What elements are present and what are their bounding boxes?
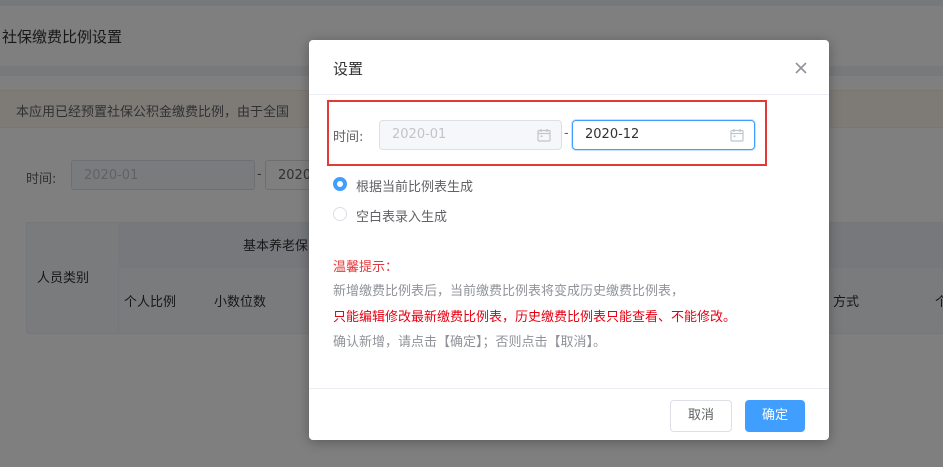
calendar-icon	[730, 128, 744, 142]
radio-generate-from-current[interactable]: 根据当前比例表生成	[333, 176, 533, 195]
dialog-header-divider	[309, 94, 829, 95]
tips-title: 温馨提示：	[333, 260, 399, 275]
tips-line-3: 确认新增，请点击【确定】；否则点击【取消】。	[333, 335, 607, 350]
radio-checked-icon	[333, 177, 347, 191]
start-date-input[interactable]: 2020-01	[379, 120, 562, 150]
close-icon[interactable]	[791, 58, 811, 78]
radio-label: 空白表录入生成	[356, 210, 448, 225]
radio-label: 根据当前比例表生成	[356, 180, 474, 195]
time-label: 时间:	[333, 130, 364, 145]
radio-blank-table[interactable]: 空白表录入生成	[333, 206, 533, 225]
range-separator: -	[564, 126, 569, 141]
tips-line-2-warning: 只能编辑修改最新缴费比例表，历史缴费比例表只能查看、不能修改。	[333, 310, 737, 325]
end-date-input[interactable]: 2020-12	[572, 120, 755, 150]
tips-line-1: 新增缴费比例表后，当前缴费比例表将变成历史缴费比例表，	[333, 284, 685, 299]
dialog-title: 设置	[333, 60, 364, 78]
settings-dialog: 设置 时间: 2020-01 - 2020-12 根据当前比例表生成 空白表录入…	[309, 40, 829, 440]
radio-unchecked-icon	[333, 207, 347, 221]
dialog-footer-divider	[309, 388, 829, 389]
start-date-value: 2020-01	[392, 127, 447, 142]
confirm-button[interactable]: 确定	[745, 400, 805, 432]
cancel-button[interactable]: 取消	[670, 400, 732, 432]
end-date-value: 2020-12	[585, 127, 640, 142]
calendar-icon	[537, 128, 551, 142]
